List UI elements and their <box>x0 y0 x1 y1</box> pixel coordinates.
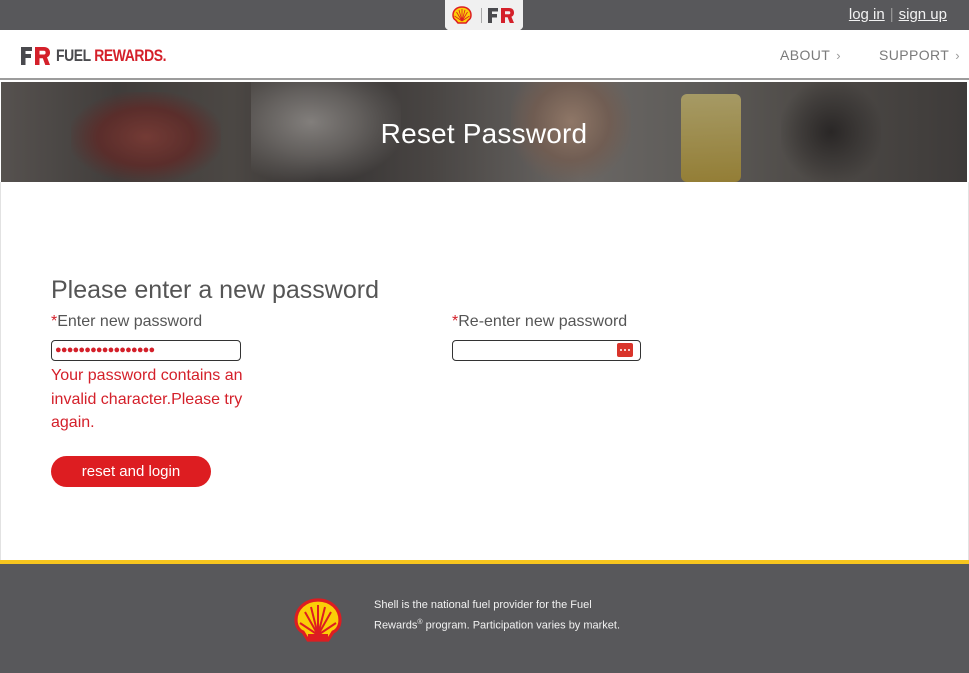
auth-separator: | <box>889 6 894 23</box>
form-heading: Please enter a new password <box>51 276 379 304</box>
fuel-rewards-logo[interactable]: FUEL REWARDS. <box>21 46 190 66</box>
logo-wordmark: FUEL REWARDS. <box>56 46 166 66</box>
footer-text-part2: program. Participation varies by market. <box>422 619 621 632</box>
chevron-right-icon: › <box>836 48 841 63</box>
reset-password-form: Please enter a new password *Enter new p… <box>0 182 969 560</box>
shell-logo-icon <box>452 6 472 24</box>
logo-fuel-text: FUEL <box>56 46 91 65</box>
top-utility-bar: log in | sign up <box>0 0 969 36</box>
password-manager-icon-dot <box>624 349 626 351</box>
chevron-right-icon: › <box>955 48 960 63</box>
logo-rewards-text: REWARDS. <box>94 46 167 65</box>
fuel-rewards-logo-icon <box>488 8 514 23</box>
password-error-message: Your password contains an invalid charac… <box>51 367 243 431</box>
new-password-input[interactable]: ●●●●●●●●●●●●●●●●● <box>51 340 241 361</box>
page-title: Reset Password <box>380 118 588 149</box>
new-password-masked-value: ●●●●●●●●●●●●●●●●● <box>55 344 155 356</box>
password-manager-icon[interactable] <box>617 343 633 357</box>
nav-item-support[interactable]: SUPPORT › <box>879 47 960 63</box>
brand-separator <box>481 8 482 23</box>
password-manager-icon-dot <box>628 349 630 351</box>
nav-item-about[interactable]: ABOUT › <box>780 47 841 63</box>
confirm-password-input[interactable] <box>452 340 641 361</box>
nav-item-support-label: SUPPORT <box>879 47 950 63</box>
shell-logo-icon <box>294 598 342 642</box>
new-password-label: *Enter new password <box>51 313 202 331</box>
new-password-label-text: Enter new password <box>57 313 203 330</box>
signup-link[interactable]: sign up <box>899 6 947 23</box>
hero-banner: Reset Password <box>1 82 967 182</box>
nav-item-about-label: ABOUT <box>780 47 831 63</box>
main-navbar: FUEL REWARDS. ABOUT › SUPPORT › <box>0 30 969 80</box>
fuel-rewards-logo-icon <box>21 47 50 65</box>
auth-links: log in | sign up <box>849 6 947 23</box>
footer: Shell is the national fuel provider for … <box>0 560 969 673</box>
login-link[interactable]: log in <box>849 6 885 23</box>
footer-disclaimer: Shell is the national fuel provider for … <box>374 596 624 635</box>
confirm-password-label: *Re-enter new password <box>452 313 627 331</box>
reset-and-login-button[interactable]: reset and login <box>51 456 211 487</box>
confirm-password-label-text: Re-enter new password <box>458 313 628 330</box>
password-manager-icon-dot <box>620 349 622 351</box>
